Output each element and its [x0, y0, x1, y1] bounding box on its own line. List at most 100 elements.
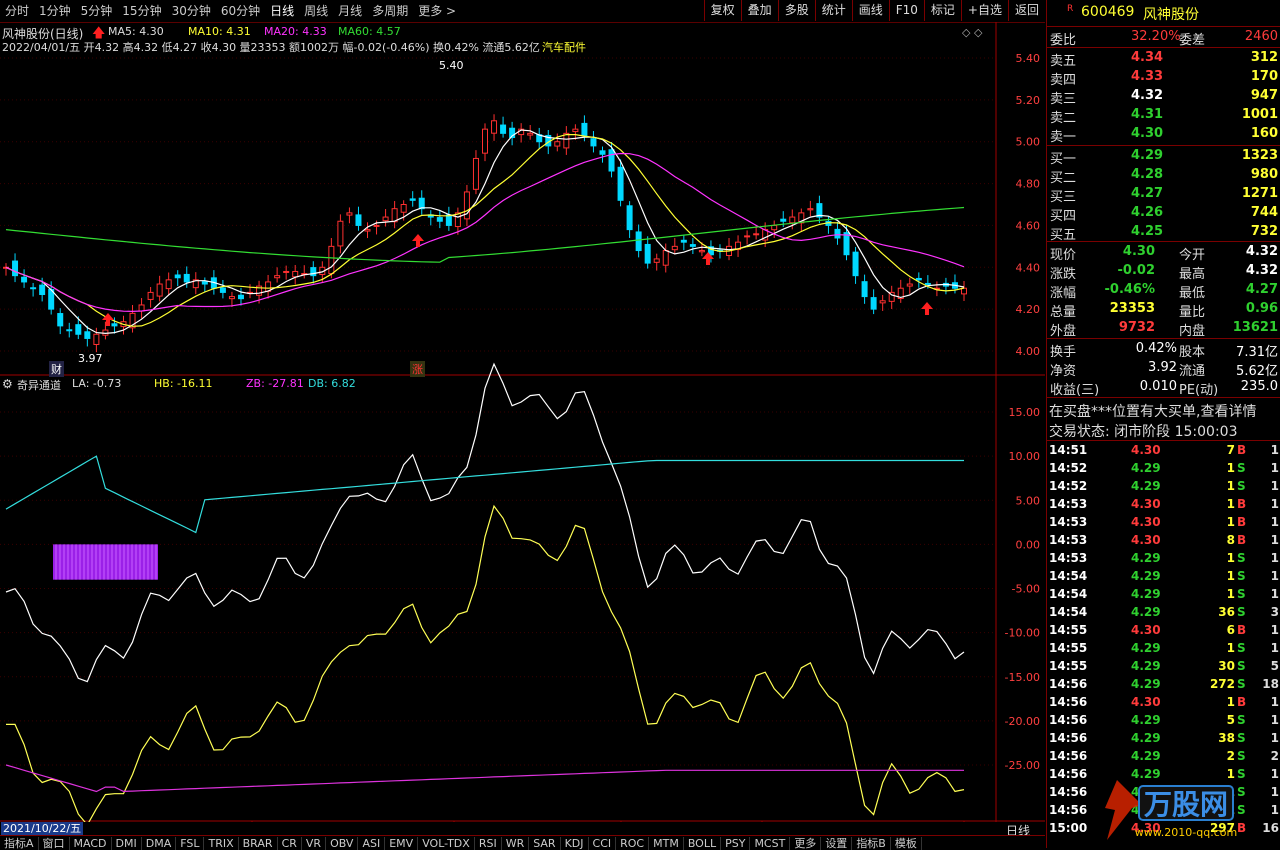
candle-body [93, 333, 100, 345]
low-label: 3.97 [78, 352, 103, 365]
indicator-tab-19[interactable]: ROC [616, 837, 650, 850]
toolbar-action-7[interactable]: +自选 [960, 0, 1008, 21]
toolbar-action-3[interactable]: 统计 [814, 0, 852, 21]
indicator-tab-21[interactable]: BOLL [684, 837, 722, 850]
period-tab-2[interactable]: 5分钟 [76, 0, 118, 22]
indicator-tab-5[interactable]: FSL [176, 837, 205, 850]
zhang-marker[interactable]: 涨 [410, 361, 425, 377]
price-tick: 5.20 [1016, 94, 1041, 107]
indicator-tab-20[interactable]: MTM [649, 837, 684, 850]
indicator-tab-24[interactable]: 更多 [790, 837, 822, 850]
tick-cell-1: 4.29 [1131, 641, 1161, 655]
indicator-tab-23[interactable]: MCST [750, 837, 791, 850]
indicator-tab-22[interactable]: PSY [721, 837, 751, 850]
indicator-tab-25[interactable]: 设置 [821, 837, 853, 850]
notice-text[interactable]: 在买盘***位置有大买单,查看详情 [1049, 401, 1256, 421]
period-tab-9[interactable]: 多周期 [367, 0, 413, 22]
indicator-tab-12[interactable]: EMV [385, 837, 419, 850]
watermark-text: 万股网 [1144, 788, 1228, 821]
bid-row-1-volume: 980 [1250, 167, 1278, 182]
candle-body [635, 231, 642, 252]
cai-marker[interactable]: 财 [49, 361, 64, 377]
toolbar-action-0[interactable]: 复权 [703, 0, 741, 21]
indicator-tab-10[interactable]: OBV [326, 837, 359, 850]
period-tab-7[interactable]: 周线 [299, 0, 333, 22]
candle-body [355, 214, 362, 226]
tick-cell-4: 1 [1270, 443, 1279, 457]
stat-3-0: 总量 [1050, 305, 1077, 320]
bid-row-2-price: 4.27 [1131, 186, 1164, 201]
period-tab-4[interactable]: 30分钟 [167, 0, 216, 22]
stat-4-0: 外盘 [1050, 324, 1077, 339]
tick-cell-4: 1 [1270, 551, 1279, 565]
indicator-tab-17[interactable]: KDJ [561, 837, 589, 850]
toolbar-action-1[interactable]: 叠加 [740, 0, 778, 21]
sector-label[interactable]: 汽车配件 [542, 39, 586, 55]
indicator-tab-3[interactable]: DMI [112, 837, 142, 850]
indicator-tab-8[interactable]: CR [278, 837, 302, 850]
period-tab-0[interactable]: 分时 [0, 0, 34, 22]
tick-cell-4: 16 [1262, 821, 1279, 835]
tick-cell-1: 4.29 [1131, 677, 1161, 691]
period-tab-10[interactable]: 更多 > [413, 0, 461, 22]
indicator-tab-13[interactable]: VOL-TDX [418, 837, 475, 850]
candle-body [771, 224, 778, 231]
stat-2-3: 4.27 [1245, 282, 1278, 297]
notice-row[interactable]: 在买盘***位置有大买单,查看详情 [1047, 400, 1280, 421]
stat-1-2: 最高 [1179, 267, 1206, 282]
candle-body [156, 283, 163, 297]
tick-cell-4: 1 [1270, 731, 1279, 745]
svg-text:www.2010-qq.com: www.2010-qq.com [1135, 826, 1237, 839]
tick-cell-4: 1 [1270, 785, 1279, 799]
indicator-tab-11[interactable]: ASI [358, 837, 386, 850]
tick-cell-2: 1 [1226, 479, 1235, 493]
tick-row: 14:53 4.29 1 S 1 [1047, 550, 1280, 568]
ask-row-2-volume: 947 [1250, 88, 1278, 103]
indicator-tab-26[interactable]: 指标B [852, 837, 891, 850]
toolbar-action-4[interactable]: 画线 [851, 0, 889, 21]
indicator-tab-2[interactable]: MACD [70, 837, 112, 850]
toolbar-actions: 复权 叠加 多股 统计 画线 F10 标记 +自选 返回 [703, 0, 1045, 21]
toolbar-action-5[interactable]: F10 [888, 0, 924, 21]
indicator-tab-14[interactable]: RSI [475, 837, 502, 850]
candle-body [870, 297, 877, 310]
candle-body [373, 224, 380, 227]
stat-row-4: 外盘 9732 内盘 13621 [1047, 319, 1280, 339]
tick-cell-0: 14:55 [1049, 641, 1088, 655]
period-tab-1[interactable]: 1分钟 [34, 0, 76, 22]
ask-row-4: 卖一 4.30 160 [1047, 125, 1280, 145]
indicator-tab-15[interactable]: WR [502, 837, 530, 850]
candle-body [400, 204, 407, 213]
indicator-tick: -15.00 [1005, 671, 1040, 684]
indicator-tab-1[interactable]: 窗口 [39, 837, 70, 850]
tick-cell-3: S [1237, 767, 1246, 781]
indicator-tab-7[interactable]: BRAR [239, 837, 278, 850]
indicator-tab-6[interactable]: TRIX [204, 837, 239, 850]
status-text: 交易状态: 闭市阶段 15:00:03 [1049, 424, 1238, 440]
toolbar-action-8[interactable]: 返回 [1007, 0, 1045, 21]
period-tab-6[interactable]: 日线 [265, 0, 299, 22]
indicator-tab-4[interactable]: DMA [142, 837, 177, 850]
toolbar-action-6[interactable]: 标记 [923, 0, 961, 21]
indicator-tab-16[interactable]: SAR [529, 837, 561, 850]
tick-cell-3: S [1237, 731, 1246, 745]
diamond-icon[interactable]: ◇ ◇ [962, 26, 982, 39]
indicator-tab-27[interactable]: 模板 [891, 837, 922, 850]
tick-cell-3: S [1237, 659, 1246, 673]
tick-cell-0: 14:53 [1049, 515, 1088, 529]
tick-row: 14:56 4.29 272 S 18 [1047, 676, 1280, 694]
period-tab-5[interactable]: 60分钟 [216, 0, 265, 22]
tick-cell-4: 1 [1270, 713, 1279, 727]
period-tab-3[interactable]: 15分钟 [117, 0, 166, 22]
indicator-tab-18[interactable]: CCI [589, 837, 617, 850]
tick-row: 14:53 4.30 1 B 1 [1047, 514, 1280, 532]
period-tab-8[interactable]: 月线 [333, 0, 367, 22]
toolbar-action-2[interactable]: 多股 [777, 0, 815, 21]
candle-body [626, 205, 633, 231]
chart-area[interactable]: 5.40 5.20 5.00 4.80 4.60 4.40 4.20 4.00 15.00 10.… [0, 22, 1046, 822]
hb-label: HB: -16.11 [154, 377, 213, 390]
indicator-tab-0[interactable]: 指标A [0, 837, 39, 850]
indicator-tab-9[interactable]: VR [302, 837, 327, 850]
candle-body [744, 235, 751, 238]
tick-cell-1: 4.30 [1131, 533, 1161, 547]
